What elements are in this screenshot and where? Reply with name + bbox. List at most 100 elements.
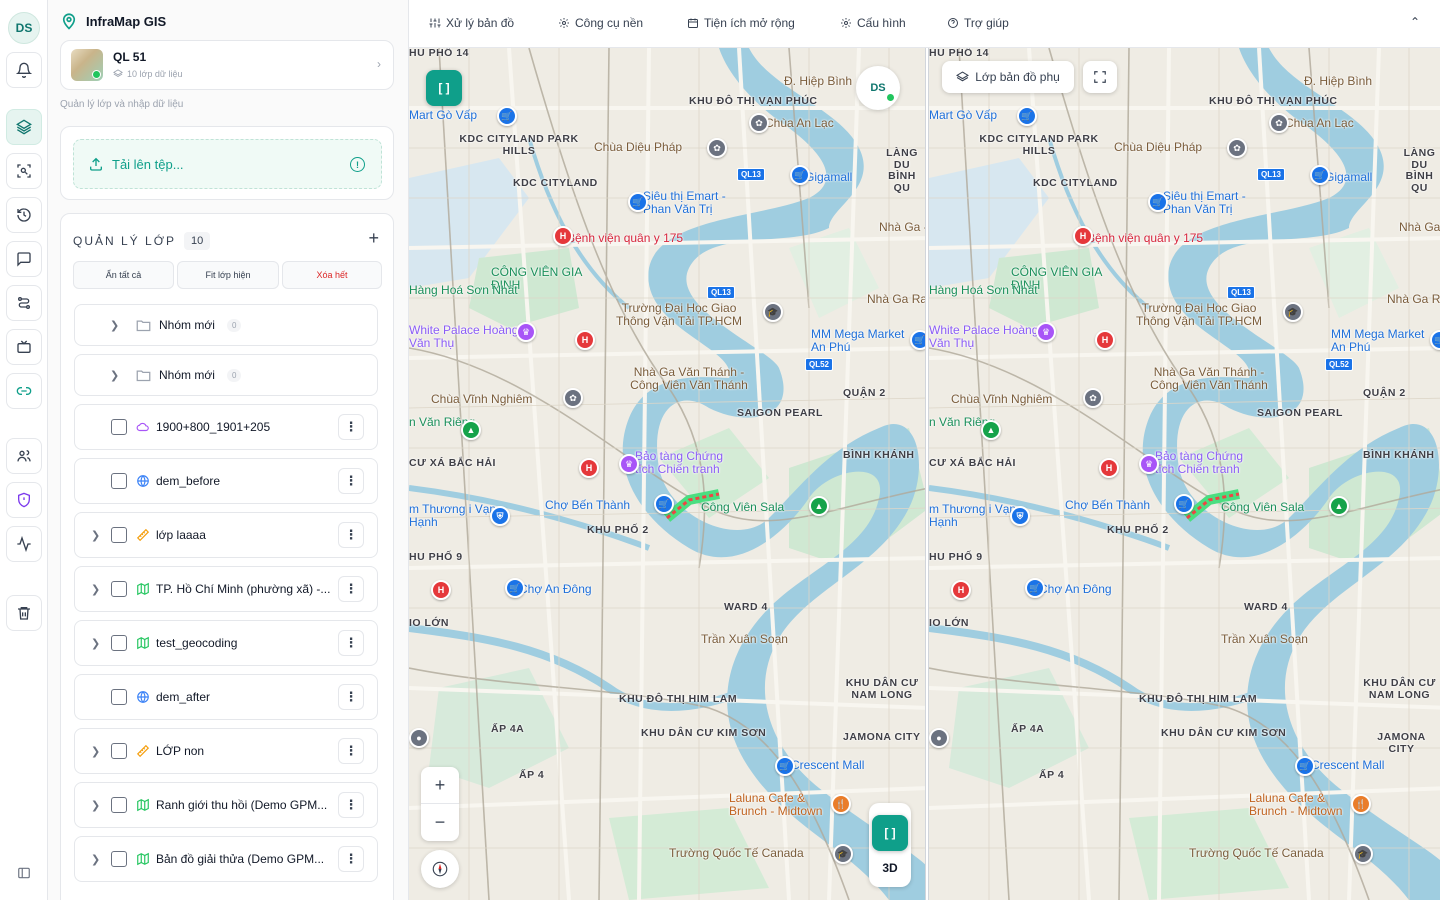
chevron-right-icon[interactable]: ❯ xyxy=(91,745,100,758)
toolbar-settings[interactable]: Cấu hình xyxy=(840,16,906,30)
poi-marker-icon[interactable]: ✿ xyxy=(1227,138,1247,158)
poi-marker-icon[interactable]: H xyxy=(553,226,573,246)
chevron-right-icon[interactable]: ❯ xyxy=(91,799,100,812)
layer-item[interactable]: dem_after ⋮ xyxy=(74,674,378,720)
more-vertical-icon[interactable]: ⋮ xyxy=(338,792,364,818)
layer-item[interactable]: ❯ LỚP non ⋮ xyxy=(74,728,378,774)
poi-marker-icon[interactable]: 🛒 xyxy=(1148,192,1168,212)
chevron-right-icon[interactable]: ❯ xyxy=(91,637,100,650)
map-view-primary[interactable]: HU PHỐ 14 Mart Gò Vấp KDC CITYLAND PARK HI… xyxy=(409,48,925,900)
layer-item[interactable]: ❯ lớp laaaa ⋮ xyxy=(74,512,378,558)
layer-checkbox[interactable] xyxy=(111,743,127,759)
layer-checkbox[interactable] xyxy=(111,527,127,543)
poi-marker-icon[interactable]: ♛ xyxy=(1036,322,1056,342)
secondary-layer-button[interactable]: Lớp bản đồ phụ xyxy=(942,61,1074,93)
link-button[interactable] xyxy=(6,373,42,409)
security-button[interactable] xyxy=(6,482,42,518)
more-vertical-icon[interactable]: ⋮ xyxy=(338,414,364,440)
poi-marker-icon[interactable]: ⛨ xyxy=(490,506,510,526)
poi-marker-icon[interactable]: 🛒 xyxy=(1310,165,1330,185)
poi-marker-icon[interactable]: ▲ xyxy=(461,420,481,440)
more-vertical-icon[interactable]: ⋮ xyxy=(338,468,364,494)
2d-mode-button[interactable]: [ ] xyxy=(872,815,908,851)
poi-marker-icon[interactable]: 🛒 xyxy=(497,106,517,126)
more-vertical-icon[interactable]: ⋮ xyxy=(338,684,364,710)
zoom-in-button[interactable]: + xyxy=(421,767,459,804)
poi-marker-icon[interactable]: 🛒 xyxy=(654,494,674,514)
poi-marker-icon[interactable]: 🎓 xyxy=(833,844,853,864)
layer-item[interactable]: ❯ Bản đồ giải thửa (Demo GPM... ⋮ xyxy=(74,836,378,882)
more-vertical-icon[interactable]: ⋮ xyxy=(338,738,364,764)
more-vertical-icon[interactable]: ⋮ xyxy=(338,630,364,656)
toolbar-extensions[interactable]: Tiện ích mở rộng xyxy=(687,16,795,30)
history-button[interactable] xyxy=(6,197,42,233)
delete-all-button[interactable]: Xóa hết xyxy=(282,261,382,289)
notification-button[interactable] xyxy=(6,52,42,88)
trash-button[interactable] xyxy=(6,595,42,631)
poi-marker-icon[interactable]: ✿ xyxy=(1269,113,1289,133)
info-icon[interactable]: ! xyxy=(350,157,365,172)
compass-button[interactable] xyxy=(421,850,459,888)
poi-marker-icon[interactable]: ♛ xyxy=(1139,454,1159,474)
collapse-sidebar-button[interactable] xyxy=(6,860,42,886)
more-vertical-icon[interactable]: ⋮ xyxy=(338,846,364,872)
fullscreen-button[interactable] xyxy=(1083,61,1117,93)
more-vertical-icon[interactable]: ⋮ xyxy=(338,522,364,548)
layer-item[interactable]: ❯ test_geocoding ⋮ xyxy=(74,620,378,666)
chevron-up-icon[interactable]: ⌃ xyxy=(1410,15,1420,29)
layer-item[interactable]: dem_before ⋮ xyxy=(74,458,378,504)
split-divider[interactable] xyxy=(925,48,929,900)
poi-marker-icon[interactable]: ▲ xyxy=(1329,496,1349,516)
toolbar-map-processing[interactable]: Xử lý bản đồ xyxy=(429,16,514,30)
map-user-avatar[interactable]: DS xyxy=(856,66,900,110)
chevron-right-icon[interactable]: ❯ xyxy=(91,583,100,596)
poi-marker-icon[interactable]: ▲ xyxy=(809,496,829,516)
poi-marker-icon[interactable]: H xyxy=(579,458,599,478)
chevron-right-icon[interactable]: ❯ xyxy=(91,853,100,866)
poi-marker-icon[interactable]: 🛒 xyxy=(505,578,525,598)
poi-marker-icon[interactable]: ⛨ xyxy=(1010,506,1030,526)
poi-marker-icon[interactable]: 🍴 xyxy=(1351,794,1371,814)
project-selector[interactable]: QL 51 10 lớp dữ liệu › xyxy=(60,40,394,90)
poi-marker-icon[interactable]: H xyxy=(951,580,971,600)
poi-marker-icon[interactable]: H xyxy=(431,580,451,600)
poi-marker-icon[interactable]: H xyxy=(1099,458,1119,478)
poi-marker-icon[interactable]: H xyxy=(1073,226,1093,246)
fit-visible-button[interactable]: Fit lớp hiện xyxy=(177,261,279,289)
layer-group[interactable]: ❯ Nhóm mới 0 xyxy=(74,304,378,346)
poi-marker-icon[interactable]: 🛒 xyxy=(1295,756,1315,776)
scan-search-button[interactable] xyxy=(6,153,42,189)
poi-marker-icon[interactable]: H xyxy=(575,330,595,350)
layer-item[interactable]: ❯ TP. Hồ Chí Minh (phường xã) -... ⋮ xyxy=(74,566,378,612)
3d-mode-button[interactable]: 3D xyxy=(882,861,897,875)
more-vertical-icon[interactable]: ⋮ xyxy=(338,576,364,602)
poi-marker-icon[interactable]: ✿ xyxy=(1083,388,1103,408)
poi-marker-icon[interactable]: ● xyxy=(929,728,949,748)
layer-checkbox[interactable] xyxy=(111,851,127,867)
poi-marker-icon[interactable]: 🛒 xyxy=(790,165,810,185)
poi-marker-icon[interactable]: 🛒 xyxy=(1174,494,1194,514)
upload-button[interactable]: Tải lên tệp... ! xyxy=(73,139,382,189)
toolbar-help[interactable]: Trợ giúp xyxy=(947,16,1009,30)
comments-button[interactable] xyxy=(6,241,42,277)
chevron-right-icon[interactable]: ❯ xyxy=(110,369,119,382)
poi-marker-icon[interactable]: 🛒 xyxy=(910,330,925,350)
poi-marker-icon[interactable]: 🛒 xyxy=(1025,578,1045,598)
layer-checkbox[interactable] xyxy=(111,797,127,813)
layer-checkbox[interactable] xyxy=(111,635,127,651)
poi-marker-icon[interactable]: ▲ xyxy=(981,420,1001,440)
toolbar-base-tools[interactable]: Công cụ nền xyxy=(558,16,643,30)
poi-marker-icon[interactable]: ♛ xyxy=(516,322,536,342)
chevron-right-icon[interactable]: ❯ xyxy=(110,319,119,332)
add-layer-button[interactable]: + xyxy=(368,228,379,249)
poi-marker-icon[interactable]: 🛒 xyxy=(628,192,648,212)
user-avatar[interactable]: DS xyxy=(8,12,40,44)
layer-group[interactable]: ❯ Nhóm mới 0 xyxy=(74,354,378,396)
poi-marker-icon[interactable]: ● xyxy=(409,728,429,748)
poi-marker-icon[interactable]: 🎓 xyxy=(763,302,783,322)
layer-item[interactable]: ❯ Ranh giới thu hồi (Demo GPM... ⋮ xyxy=(74,782,378,828)
poi-marker-icon[interactable]: 🍴 xyxy=(831,794,851,814)
poi-marker-icon[interactable]: 🎓 xyxy=(1283,302,1303,322)
poi-marker-icon[interactable]: ✿ xyxy=(707,138,727,158)
layer-checkbox[interactable] xyxy=(111,689,127,705)
